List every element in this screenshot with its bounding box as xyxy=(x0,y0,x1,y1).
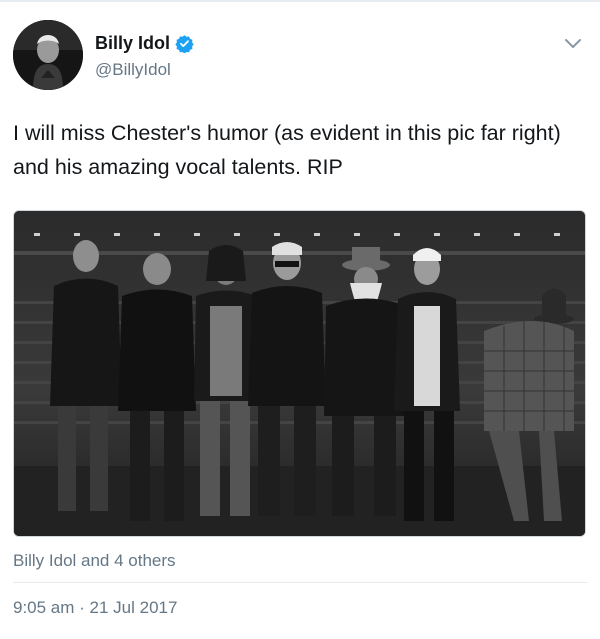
tweet-text: I will miss Chester's humor (as evident … xyxy=(13,121,561,179)
author-name-row[interactable]: Billy Idol xyxy=(95,33,194,54)
liked-by-summary[interactable]: Billy Idol and 4 others xyxy=(13,551,176,571)
verified-badge-icon xyxy=(175,35,194,53)
tweet-photo[interactable] xyxy=(13,210,586,537)
divider xyxy=(13,582,588,583)
author-handle[interactable]: @BillyIdol xyxy=(95,60,171,80)
chevron-down-icon[interactable] xyxy=(562,32,584,54)
avatar-photo-icon xyxy=(13,20,83,90)
top-divider xyxy=(0,0,600,2)
display-name[interactable]: Billy Idol xyxy=(95,33,170,54)
avatar[interactable] xyxy=(13,20,83,90)
tweet-timestamp[interactable]: 9:05 am · 21 Jul 2017 xyxy=(13,598,177,618)
band-photo-icon xyxy=(14,211,585,536)
